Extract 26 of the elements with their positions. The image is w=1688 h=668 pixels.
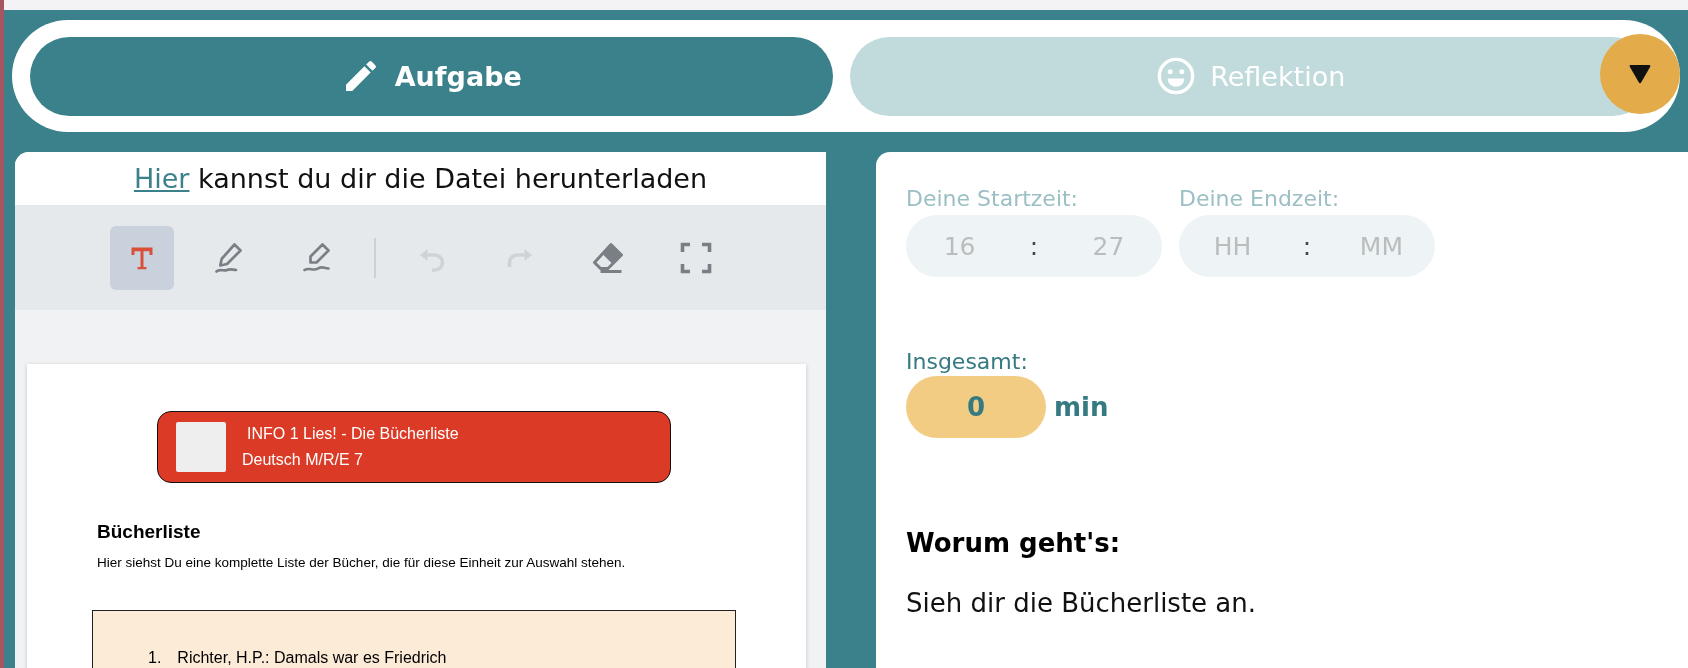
download-text: Hier kannst du dir die Datei herunterladen bbox=[15, 152, 826, 205]
total-minutes-value: 0 bbox=[906, 376, 1046, 438]
time-label: Deine Endzeit: bbox=[1179, 186, 1341, 211]
hour-input[interactable]: HH bbox=[1195, 230, 1270, 262]
text-tool-button[interactable] bbox=[110, 225, 174, 290]
banner-subtitle: Deutsch M/R/E 7 bbox=[242, 451, 364, 469]
minute-input[interactable]: MM bbox=[1344, 230, 1419, 262]
list-number: 1. bbox=[148, 649, 162, 667]
document-heading: Bücherliste bbox=[97, 521, 202, 543]
logo-placeholder bbox=[176, 422, 226, 472]
download-link[interactable]: Hier bbox=[133, 163, 190, 194]
list-item-text: Richter, H.P.: Damals war es Friedrich bbox=[177, 649, 447, 667]
time-separator: : bbox=[1029, 231, 1039, 261]
banner-title: INFO 1 Lies! - Die Bücherliste bbox=[246, 425, 459, 443]
unit-label: min bbox=[1054, 392, 1109, 422]
tab[interactable]: Aufgabe bbox=[30, 36, 833, 116]
task-text: Sieh dir die Bücherliste an. bbox=[906, 588, 1258, 618]
time-label: Deine Startzeit: bbox=[906, 186, 1080, 211]
task-heading: Worum geht's: bbox=[906, 528, 1122, 558]
time-separator: : bbox=[1302, 231, 1312, 261]
document-paragraph: Hier siehst Du eine komplette Liste der Bücher, die für diese Einheit zur Auswahl stehen. bbox=[97, 555, 627, 570]
total-label: Insgesamt: bbox=[906, 349, 1029, 374]
hour-input[interactable]: 16 bbox=[922, 230, 997, 262]
smiley-icon bbox=[1156, 56, 1197, 96]
dropdown-toggle-button[interactable] bbox=[1600, 34, 1680, 114]
minute-input[interactable]: 27 bbox=[1071, 230, 1146, 262]
